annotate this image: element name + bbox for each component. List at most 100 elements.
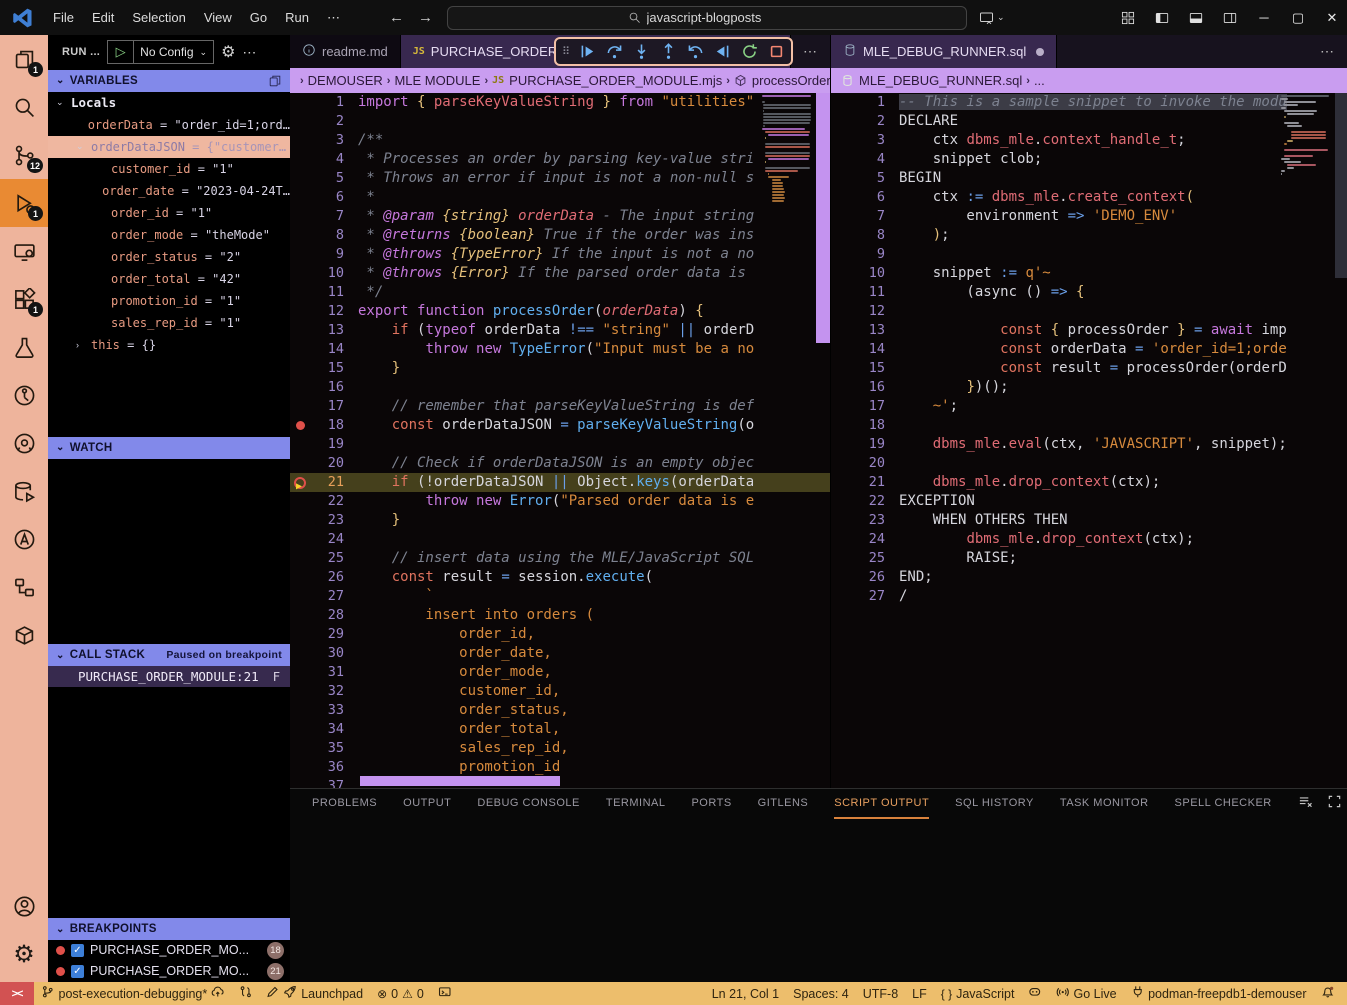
minimap[interactable] xyxy=(1281,95,1333,176)
step-back-button[interactable] xyxy=(714,43,731,60)
gutter[interactable]: 6 xyxy=(831,188,885,207)
variable-row[interactable]: order_mode = "theMode" xyxy=(48,224,290,246)
gutter[interactable]: 19 xyxy=(831,435,885,454)
continue-button[interactable] xyxy=(579,43,596,60)
gutter[interactable]: 26 xyxy=(831,568,885,587)
debug-more-icon[interactable]: ⋯ xyxy=(242,44,257,61)
gutter[interactable]: 5 xyxy=(831,169,885,188)
gutter[interactable]: 28 xyxy=(290,606,344,625)
minimize-button[interactable]: ─ xyxy=(1249,0,1279,35)
variable-row[interactable]: customer_id = "1" xyxy=(48,158,290,180)
debug-settings-gear-icon[interactable]: ⚙ xyxy=(221,42,235,62)
drag-handle-icon[interactable]: ⠿ xyxy=(562,45,569,58)
activity-containers[interactable] xyxy=(0,611,48,659)
panel-tab-script-output[interactable]: SCRIPT OUTPUT xyxy=(834,789,929,819)
menu-more[interactable]: ⋯ xyxy=(318,0,349,35)
status-git-branch[interactable]: post-execution-debugging* xyxy=(34,982,232,1005)
status-problems[interactable]: ⊗0⚠0 xyxy=(370,982,431,1005)
gutter[interactable]: 14 xyxy=(290,340,344,359)
status-cursor-position[interactable]: Ln 21, Col 1 xyxy=(705,982,786,1005)
editor-actions-more-icon[interactable]: ⋯ xyxy=(1308,35,1347,68)
activity-extensions[interactable]: 1 xyxy=(0,275,48,323)
copy-value-icon[interactable] xyxy=(268,74,282,88)
gutter[interactable]: 13 xyxy=(290,321,344,340)
activity-source-control[interactable]: 12 xyxy=(0,131,48,179)
reverse-continue-button[interactable] xyxy=(687,43,704,60)
gutter[interactable]: 13 xyxy=(831,321,885,340)
breadcrumb-item[interactable]: ... xyxy=(1034,73,1045,88)
variable-row[interactable]: ›this = {} xyxy=(48,334,290,356)
nav-forward-icon[interactable]: → xyxy=(418,9,433,26)
breadcrumb-item[interactable]: MLE MODULE xyxy=(394,73,480,88)
gutter[interactable]: 15 xyxy=(831,359,885,378)
toggle-sidebar-icon[interactable] xyxy=(1147,0,1177,35)
status-eol[interactable]: LF xyxy=(905,982,934,1005)
breadcrumb-item[interactable]: DEMOUSER xyxy=(308,73,383,88)
clear-output-icon[interactable] xyxy=(1298,794,1313,814)
gutter[interactable]: 8 xyxy=(290,226,344,245)
start-debug-icon[interactable]: ▷ xyxy=(108,41,134,63)
code-editor-sql[interactable]: 1-- This is a sample snippet to invoke t… xyxy=(831,93,1347,788)
gutter[interactable]: 4 xyxy=(290,150,344,169)
gutter[interactable]: 19 xyxy=(290,435,344,454)
call-stack-header[interactable]: ⌄ CALL STACK Paused on breakpoint xyxy=(48,644,290,666)
gutter[interactable]: 25 xyxy=(290,549,344,568)
breakpoints-header[interactable]: ⌄ BREAKPOINTS xyxy=(48,918,290,940)
status-launchpad[interactable]: Launchpad xyxy=(259,982,370,1005)
scrollbar-slider[interactable] xyxy=(1335,93,1347,278)
menu-go[interactable]: Go xyxy=(241,0,276,35)
activity-explorer[interactable]: 1 xyxy=(0,35,48,83)
menu-selection[interactable]: Selection xyxy=(123,0,194,35)
gutter[interactable]: 5 xyxy=(290,169,344,188)
gutter[interactable]: 4 xyxy=(831,150,885,169)
panel-tab-output[interactable]: OUTPUT xyxy=(403,789,451,819)
gutter[interactable]: 22 xyxy=(290,492,344,511)
variable-row[interactable]: promotion_id = "1" xyxy=(48,290,290,312)
panel-tab-sql-history[interactable]: SQL HISTORY xyxy=(955,789,1034,819)
gutter[interactable]: 18 xyxy=(290,416,344,435)
activity-testing[interactable] xyxy=(0,323,48,371)
tab-mle-debug-runner-sql[interactable]: MLE_DEBUG_RUNNER.sql xyxy=(831,35,1057,68)
breadcrumb-item[interactable]: MLE_DEBUG_RUNNER.sql xyxy=(841,73,1022,88)
gutter[interactable]: 15 xyxy=(290,359,344,378)
status-go-live[interactable]: Go Live xyxy=(1049,982,1124,1005)
maximize-panel-icon[interactable] xyxy=(1327,794,1342,814)
vertical-scrollbar[interactable] xyxy=(1335,93,1347,278)
breakpoint-item[interactable]: ✓PURCHASE_ORDER_MO...18 xyxy=(48,940,290,961)
panel-tab-ports[interactable]: PORTS xyxy=(691,789,731,819)
step-into-button[interactable] xyxy=(633,43,650,60)
gutter[interactable]: 16 xyxy=(290,378,344,397)
maximize-button[interactable]: ▢ xyxy=(1283,0,1313,35)
gutter[interactable]: 11 xyxy=(831,283,885,302)
code-editor-js[interactable]: 1import { parseKeyValueString } from "ut… xyxy=(290,93,830,788)
stop-button[interactable] xyxy=(768,43,785,60)
panel-tab-task-monitor[interactable]: TASK MONITOR xyxy=(1060,789,1149,819)
gutter[interactable]: 29 xyxy=(290,625,344,644)
gutter[interactable]: 1 xyxy=(290,93,344,112)
gutter[interactable]: 22 xyxy=(831,492,885,511)
gutter[interactable]: 27 xyxy=(831,587,885,606)
search-input[interactable] xyxy=(647,10,787,25)
status-copilot[interactable] xyxy=(1021,982,1049,1005)
status-indentation[interactable]: Spaces: 4 xyxy=(786,982,856,1005)
status-compare-changes[interactable] xyxy=(232,982,260,1005)
variable-row[interactable]: order_status = "2" xyxy=(48,246,290,268)
gutter[interactable]: 20 xyxy=(290,454,344,473)
activity-search[interactable] xyxy=(0,83,48,131)
gutter[interactable]: 18 xyxy=(831,416,885,435)
gutter[interactable]: 20 xyxy=(831,454,885,473)
activity-oracle-assistant[interactable] xyxy=(0,515,48,563)
activity-run-and-debug[interactable]: 1 xyxy=(0,179,48,227)
customize-layout-icon[interactable] xyxy=(1113,0,1143,35)
panel-tab-problems[interactable]: PROBLEMS xyxy=(312,789,377,819)
status-language-mode[interactable]: { }JavaScript xyxy=(934,982,1022,1005)
gutter[interactable]: 32 xyxy=(290,682,344,701)
restart-button[interactable] xyxy=(741,43,758,60)
breakpoint-item[interactable]: ✓PURCHASE_ORDER_MO...21 xyxy=(48,961,290,982)
breadcrumb-item[interactable]: JSPURCHASE_ORDER_MODULE.mjs xyxy=(492,73,722,88)
gutter[interactable]: 1 xyxy=(831,93,885,112)
activity-sql-worksheet[interactable] xyxy=(0,371,48,419)
activity-schema-browser[interactable] xyxy=(0,563,48,611)
gutter[interactable]: 25 xyxy=(831,549,885,568)
activity-settings[interactable]: ⚙ xyxy=(0,930,48,978)
